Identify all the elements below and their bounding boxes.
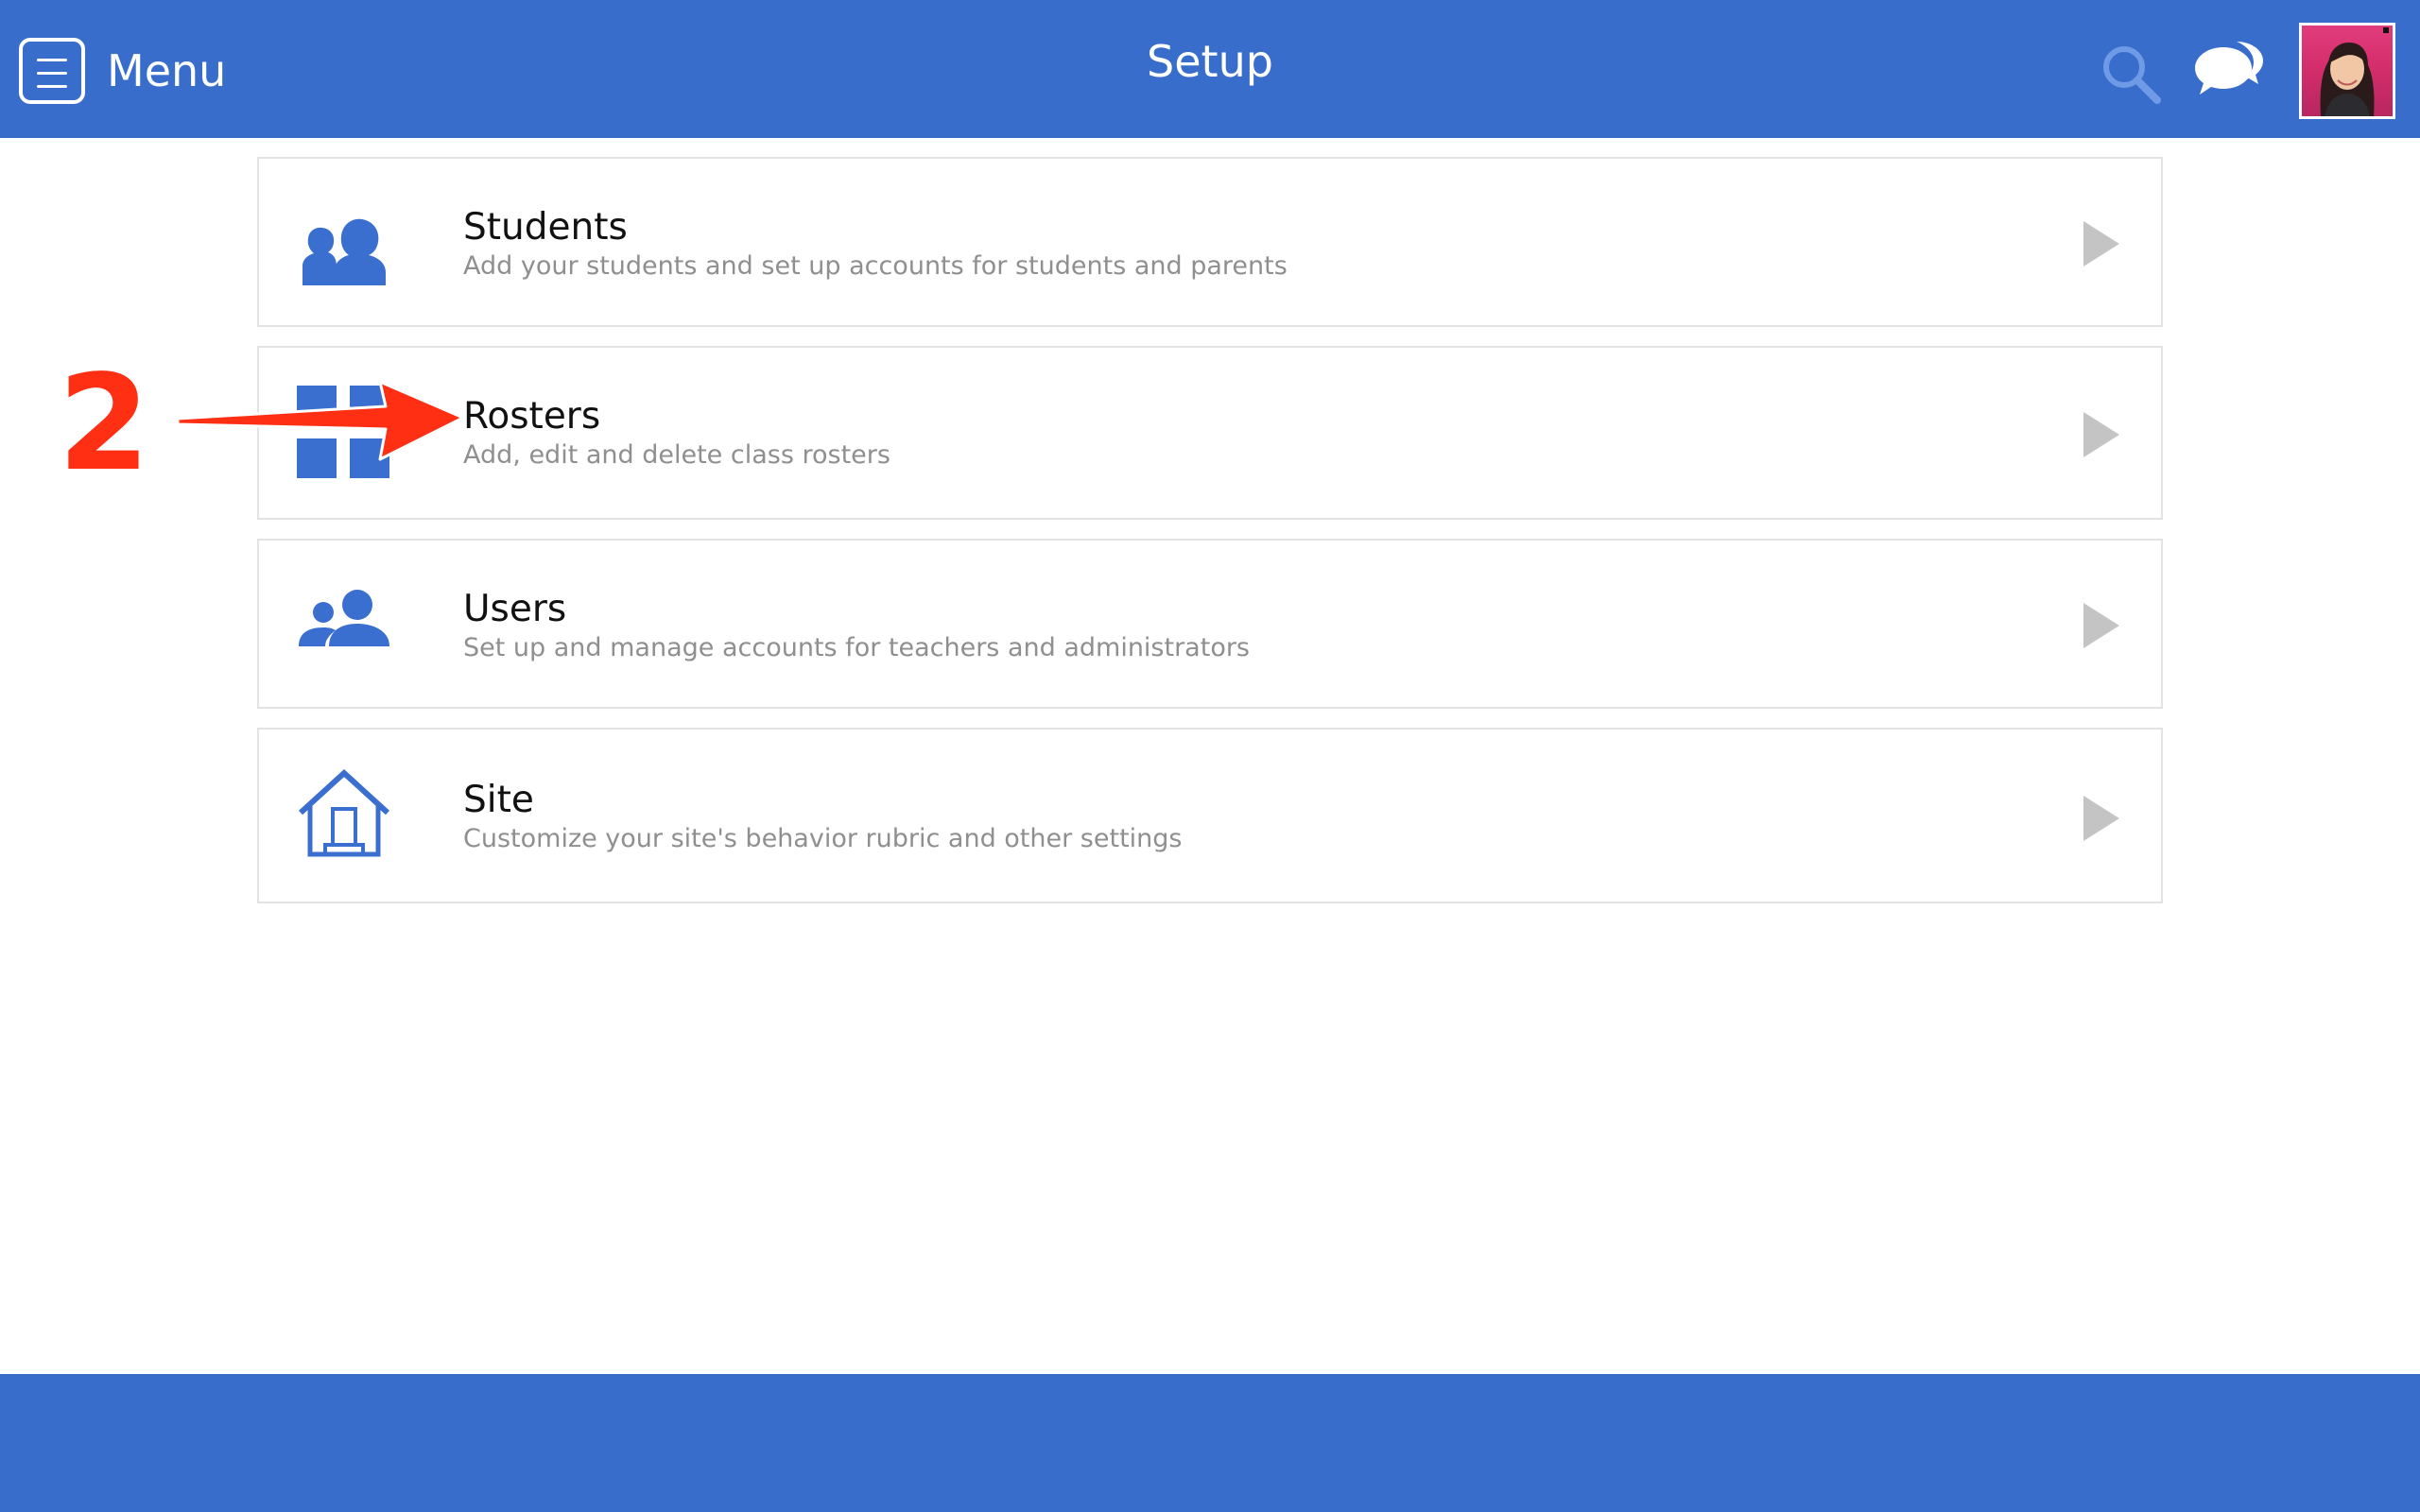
- list-item-title: Site: [463, 779, 534, 821]
- chevron-right-icon[interactable]: [2082, 219, 2121, 268]
- list-item-rosters[interactable]: Rosters Add, edit and delete class roste…: [257, 346, 2163, 520]
- bottom-bar: [0, 1374, 2420, 1512]
- house-icon: [298, 768, 390, 857]
- list-item-title: Rosters: [463, 395, 601, 438]
- step-number-text: 2: [58, 357, 149, 490]
- top-bar: Menu Setup: [0, 0, 2420, 138]
- list-item-title: Students: [463, 206, 628, 249]
- list-item-subtitle: Add, edit and delete class rosters: [463, 440, 890, 470]
- annotation-arrow: [176, 380, 463, 461]
- list-item-users[interactable]: Users Set up and manage accounts for tea…: [257, 539, 2163, 709]
- step-number-annotation: 2: [54, 357, 154, 490]
- profile-avatar[interactable]: [2299, 23, 2395, 119]
- list-item-subtitle: Set up and manage accounts for teachers …: [463, 633, 1251, 662]
- users-icon: [299, 590, 389, 646]
- list-item-students[interactable]: Students Add your students and set up ac…: [257, 157, 2163, 327]
- chevron-right-icon[interactable]: [2082, 794, 2121, 843]
- chevron-right-icon[interactable]: [2082, 410, 2121, 459]
- students-icon: [302, 218, 386, 285]
- list-item-title: Users: [463, 588, 567, 630]
- list-item-site[interactable]: Site Customize your site's behavior rubr…: [257, 728, 2163, 903]
- chevron-right-icon[interactable]: [2082, 601, 2121, 650]
- list-item-subtitle: Customize your site's behavior rubric an…: [463, 824, 1183, 853]
- list-item-subtitle: Add your students and set up accounts fo…: [463, 251, 1288, 281]
- chat-bubbles-icon[interactable]: [2195, 40, 2263, 102]
- search-icon[interactable]: [2099, 42, 2165, 108]
- user-avatar: [2320, 27, 2389, 116]
- page-title: Setup: [1147, 36, 1273, 87]
